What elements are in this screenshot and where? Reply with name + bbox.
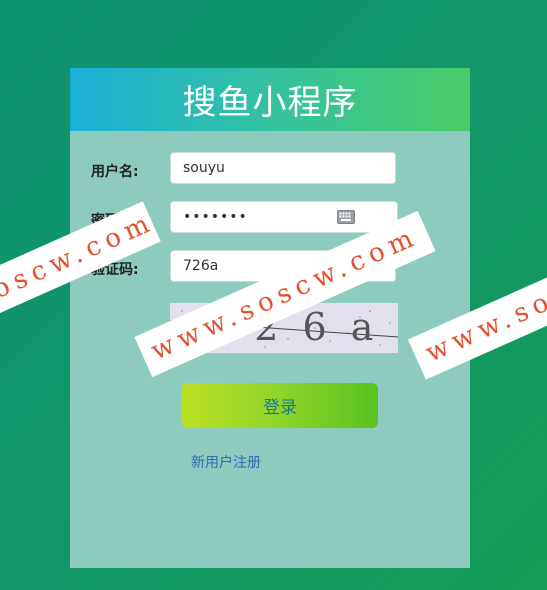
username-value: souyu [183, 160, 225, 176]
page-title: 搜鱼小程序 [182, 83, 358, 123]
login-button[interactable]: 登录 [182, 383, 378, 428]
card-header: 搜鱼小程序 [70, 68, 470, 131]
password-value: ••••••• [183, 209, 248, 225]
username-label: 用户名: [91, 164, 139, 180]
password-input[interactable]: ••••••• [170, 201, 398, 233]
keyboard-icon[interactable] [337, 210, 355, 224]
captcha-value: 726a [183, 258, 219, 274]
register-link[interactable]: 新用户注册 [191, 452, 261, 472]
username-input[interactable]: souyu [170, 152, 396, 184]
